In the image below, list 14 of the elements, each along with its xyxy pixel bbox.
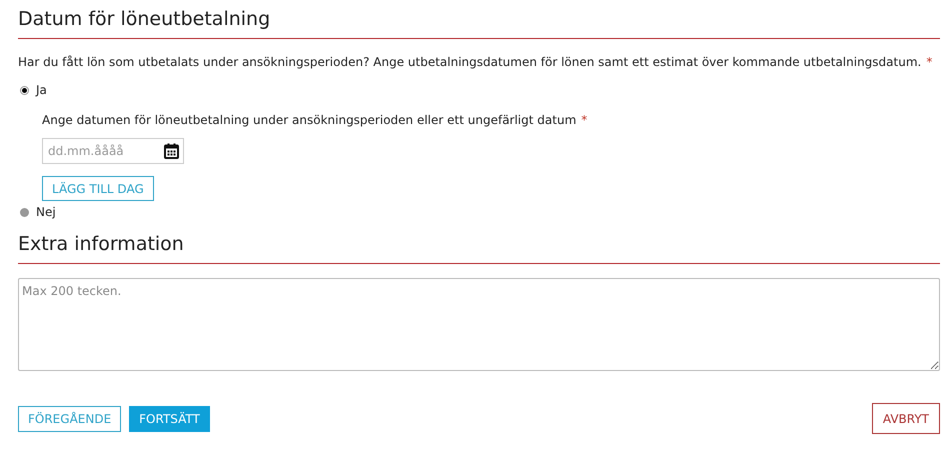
section-heading: Datum för löneutbetalning: [18, 7, 272, 32]
radio-label[interactable]: Nej: [36, 203, 56, 221]
date-question-text: Ange datumen för löneutbetalning under ansökningsperioden eller ett ungefärligt datum: [42, 112, 576, 129]
date-field[interactable]: dd.mm.åååå: [42, 138, 184, 164]
question-text: Har du fått lön som utbetalats under ansökningsperioden? Ange utbetalningsdatumen för lönen samt ett estimat över kommande utbetalningsdatum.: [18, 54, 922, 71]
extra-info-field[interactable]: Max 200 tecken.: [18, 278, 940, 371]
required-asterisk: *: [926, 54, 932, 71]
radio-button[interactable]: [20, 86, 29, 94]
cancel-button[interactable]: AVBRYT: [872, 403, 940, 434]
radio-button[interactable]: [20, 208, 29, 216]
radio-label[interactable]: Ja: [36, 81, 47, 99]
calendar-icon[interactable]: [164, 143, 179, 159]
section-heading: Extra information: [18, 232, 185, 257]
required-asterisk: *: [581, 112, 588, 129]
